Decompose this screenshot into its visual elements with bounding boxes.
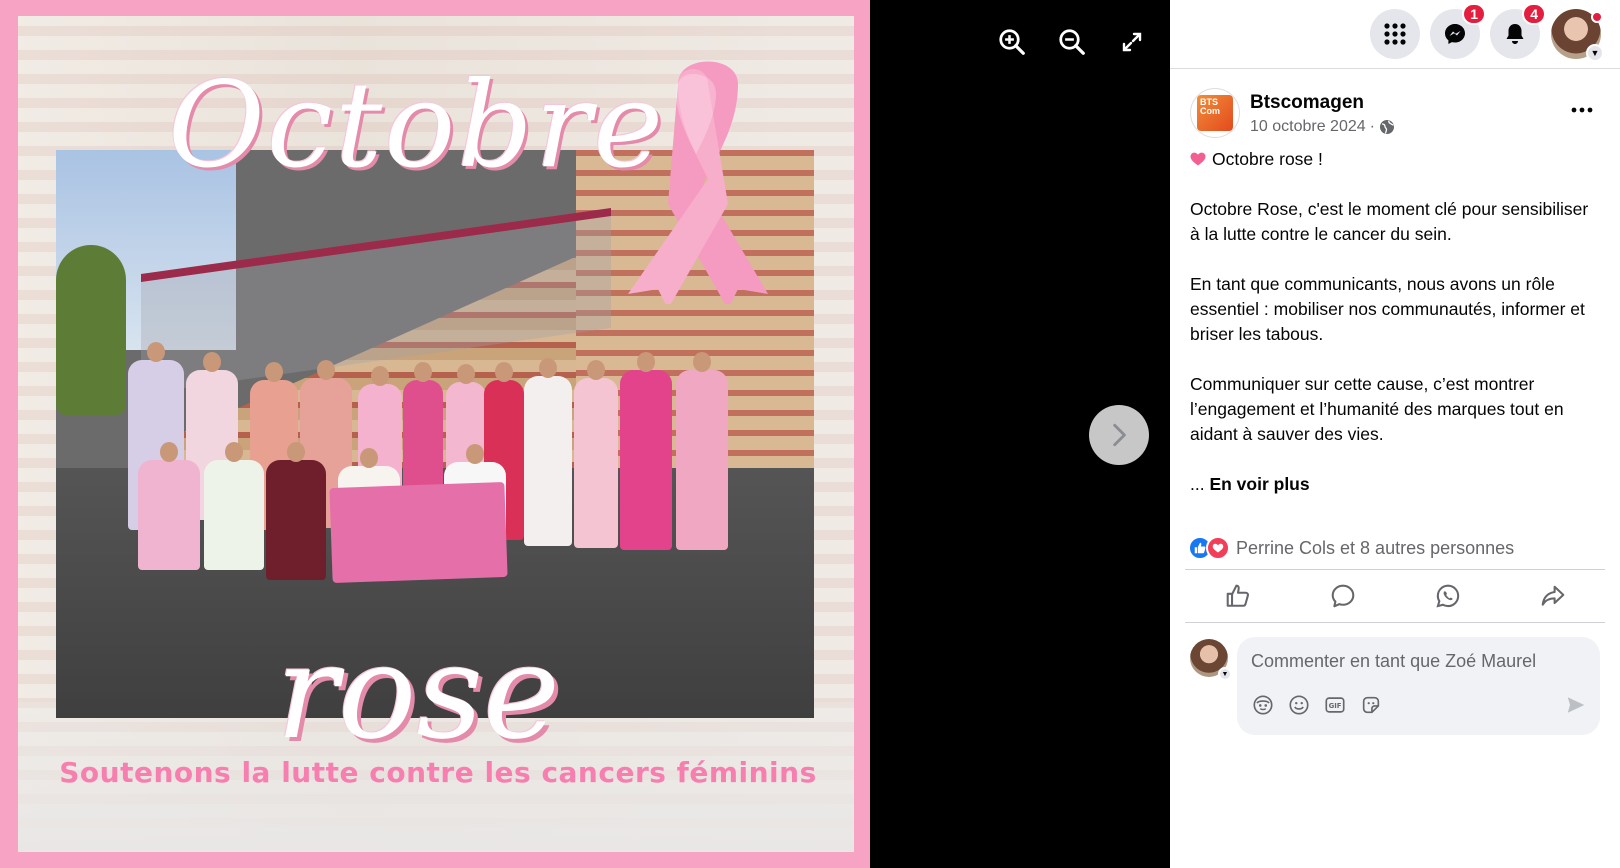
comment-box: GIF bbox=[1237, 637, 1600, 735]
action-bar bbox=[1185, 569, 1605, 623]
chevron-down-icon: ▼ bbox=[1586, 44, 1604, 62]
commenter-avatar[interactable]: ▼ bbox=[1190, 639, 1232, 681]
pink-heart-icon bbox=[1190, 152, 1206, 166]
person bbox=[524, 358, 572, 546]
person bbox=[204, 442, 264, 570]
post-paragraph-text: Octobre rose ! bbox=[1212, 149, 1323, 169]
zoom-in-button[interactable] bbox=[992, 22, 1032, 62]
photo-viewer: Octobre rose Soutenons la lutte contre l… bbox=[0, 0, 1170, 868]
comment-composer: ▼ Commenter en tant que Zoé Maurel GIF bbox=[1190, 637, 1600, 735]
next-photo-button[interactable] bbox=[1089, 405, 1149, 465]
pink-towel bbox=[329, 481, 508, 584]
send-icon bbox=[1567, 697, 1585, 713]
page-logo: BTS Com bbox=[1197, 95, 1233, 131]
poster-title-octobre: Octobre bbox=[168, 56, 666, 194]
whatsapp-icon bbox=[1435, 584, 1459, 608]
poster-subtitle: Soutenons la lutte contre les cancers fé… bbox=[59, 756, 817, 789]
share-button[interactable] bbox=[1500, 570, 1605, 622]
post-text: Octobre rose ! Octobre Rose, c'est le mo… bbox=[1190, 147, 1602, 522]
comment-tools: GIF bbox=[1251, 693, 1383, 717]
zoom-out-button[interactable] bbox=[1052, 22, 1092, 62]
love-reaction-icon bbox=[1206, 536, 1230, 560]
more-options-button[interactable] bbox=[1564, 92, 1600, 128]
gif-button[interactable]: GIF bbox=[1323, 693, 1347, 717]
photo-tree bbox=[56, 245, 126, 415]
post-date[interactable]: 10 octobre 2024 bbox=[1250, 118, 1366, 136]
fullscreen-button[interactable] bbox=[1112, 22, 1152, 62]
bell-icon bbox=[1506, 24, 1524, 44]
comment-button[interactable] bbox=[1290, 570, 1395, 622]
globe-icon bbox=[1379, 120, 1394, 134]
meta-separator: · bbox=[1369, 118, 1375, 135]
avatar-sticker-icon bbox=[1253, 695, 1273, 715]
zoom-out-icon bbox=[1059, 29, 1085, 55]
pink-ribbon-icon bbox=[628, 61, 768, 304]
chevron-right-icon bbox=[1113, 423, 1126, 447]
send-button[interactable] bbox=[1564, 693, 1588, 717]
status-dot bbox=[1591, 11, 1603, 23]
person bbox=[574, 360, 618, 548]
profile-avatar[interactable]: ▼ bbox=[1551, 9, 1604, 62]
poster-title-rose: rose bbox=[275, 616, 561, 768]
like-icon bbox=[1226, 584, 1249, 607]
post-header: BTS Com Btscomagen 10 octobre 2024 · bbox=[1190, 88, 1600, 140]
reaction-summary[interactable]: Perrine Cols et 8 autres personnes bbox=[1188, 535, 1514, 561]
see-more-row: ... En voir plus bbox=[1190, 472, 1602, 497]
gif-icon: GIF bbox=[1325, 697, 1345, 713]
post-panel: 1 4 ▼ BTS Com Btscomagen 10 octobre 2024… bbox=[1170, 0, 1620, 868]
menu-button[interactable] bbox=[1370, 9, 1420, 59]
notifications-badge: 4 bbox=[1522, 3, 1546, 25]
notifications-button[interactable]: 4 bbox=[1490, 3, 1546, 59]
messenger-button[interactable]: 1 bbox=[1430, 3, 1486, 59]
post-image: Octobre rose Soutenons la lutte contre l… bbox=[0, 0, 870, 868]
chevron-down-icon: ▼ bbox=[1218, 667, 1232, 681]
post-meta: 10 octobre 2024 · bbox=[1250, 118, 1395, 136]
zoom-in-icon bbox=[999, 29, 1025, 55]
sticker-button[interactable] bbox=[1359, 693, 1383, 717]
see-more-link[interactable]: En voir plus bbox=[1209, 474, 1309, 494]
like-button[interactable] bbox=[1185, 570, 1290, 622]
comment-input[interactable] bbox=[1251, 651, 1571, 672]
ellipsis: ... bbox=[1190, 474, 1210, 494]
post-paragraph: Communiquer sur cette cause, c’est montr… bbox=[1190, 374, 1564, 444]
person bbox=[676, 352, 728, 550]
person bbox=[620, 352, 672, 550]
person bbox=[266, 442, 326, 580]
sticker-icon bbox=[1362, 696, 1380, 714]
page-name[interactable]: Btscomagen bbox=[1250, 92, 1364, 114]
svg-text:GIF: GIF bbox=[1329, 702, 1342, 710]
comment-icon bbox=[1331, 584, 1354, 608]
poster-background: Octobre rose Soutenons la lutte contre l… bbox=[18, 16, 854, 852]
fullscreen-icon bbox=[1122, 32, 1142, 52]
more-dots-icon bbox=[1571, 107, 1593, 113]
emoji-icon bbox=[1289, 695, 1309, 715]
share-icon bbox=[1541, 585, 1564, 606]
post-paragraph: En tant que communicants, nous avons un … bbox=[1190, 274, 1585, 344]
grid-menu-icon bbox=[1384, 23, 1406, 45]
avatar-sticker-button[interactable] bbox=[1251, 693, 1275, 717]
whatsapp-share-button[interactable] bbox=[1395, 570, 1500, 622]
person bbox=[138, 442, 200, 570]
page-avatar[interactable]: BTS Com bbox=[1190, 88, 1240, 138]
post-paragraph: Octobre Rose, c'est le moment clé pour s… bbox=[1190, 199, 1589, 244]
messenger-icon bbox=[1445, 24, 1465, 44]
emoji-button[interactable] bbox=[1287, 693, 1311, 717]
post-paragraph: Octobre rose ! bbox=[1190, 147, 1602, 172]
messenger-badge: 1 bbox=[1462, 3, 1486, 25]
top-bar: 1 4 ▼ bbox=[1170, 0, 1620, 69]
reaction-count-text[interactable]: Perrine Cols et 8 autres personnes bbox=[1236, 538, 1514, 559]
